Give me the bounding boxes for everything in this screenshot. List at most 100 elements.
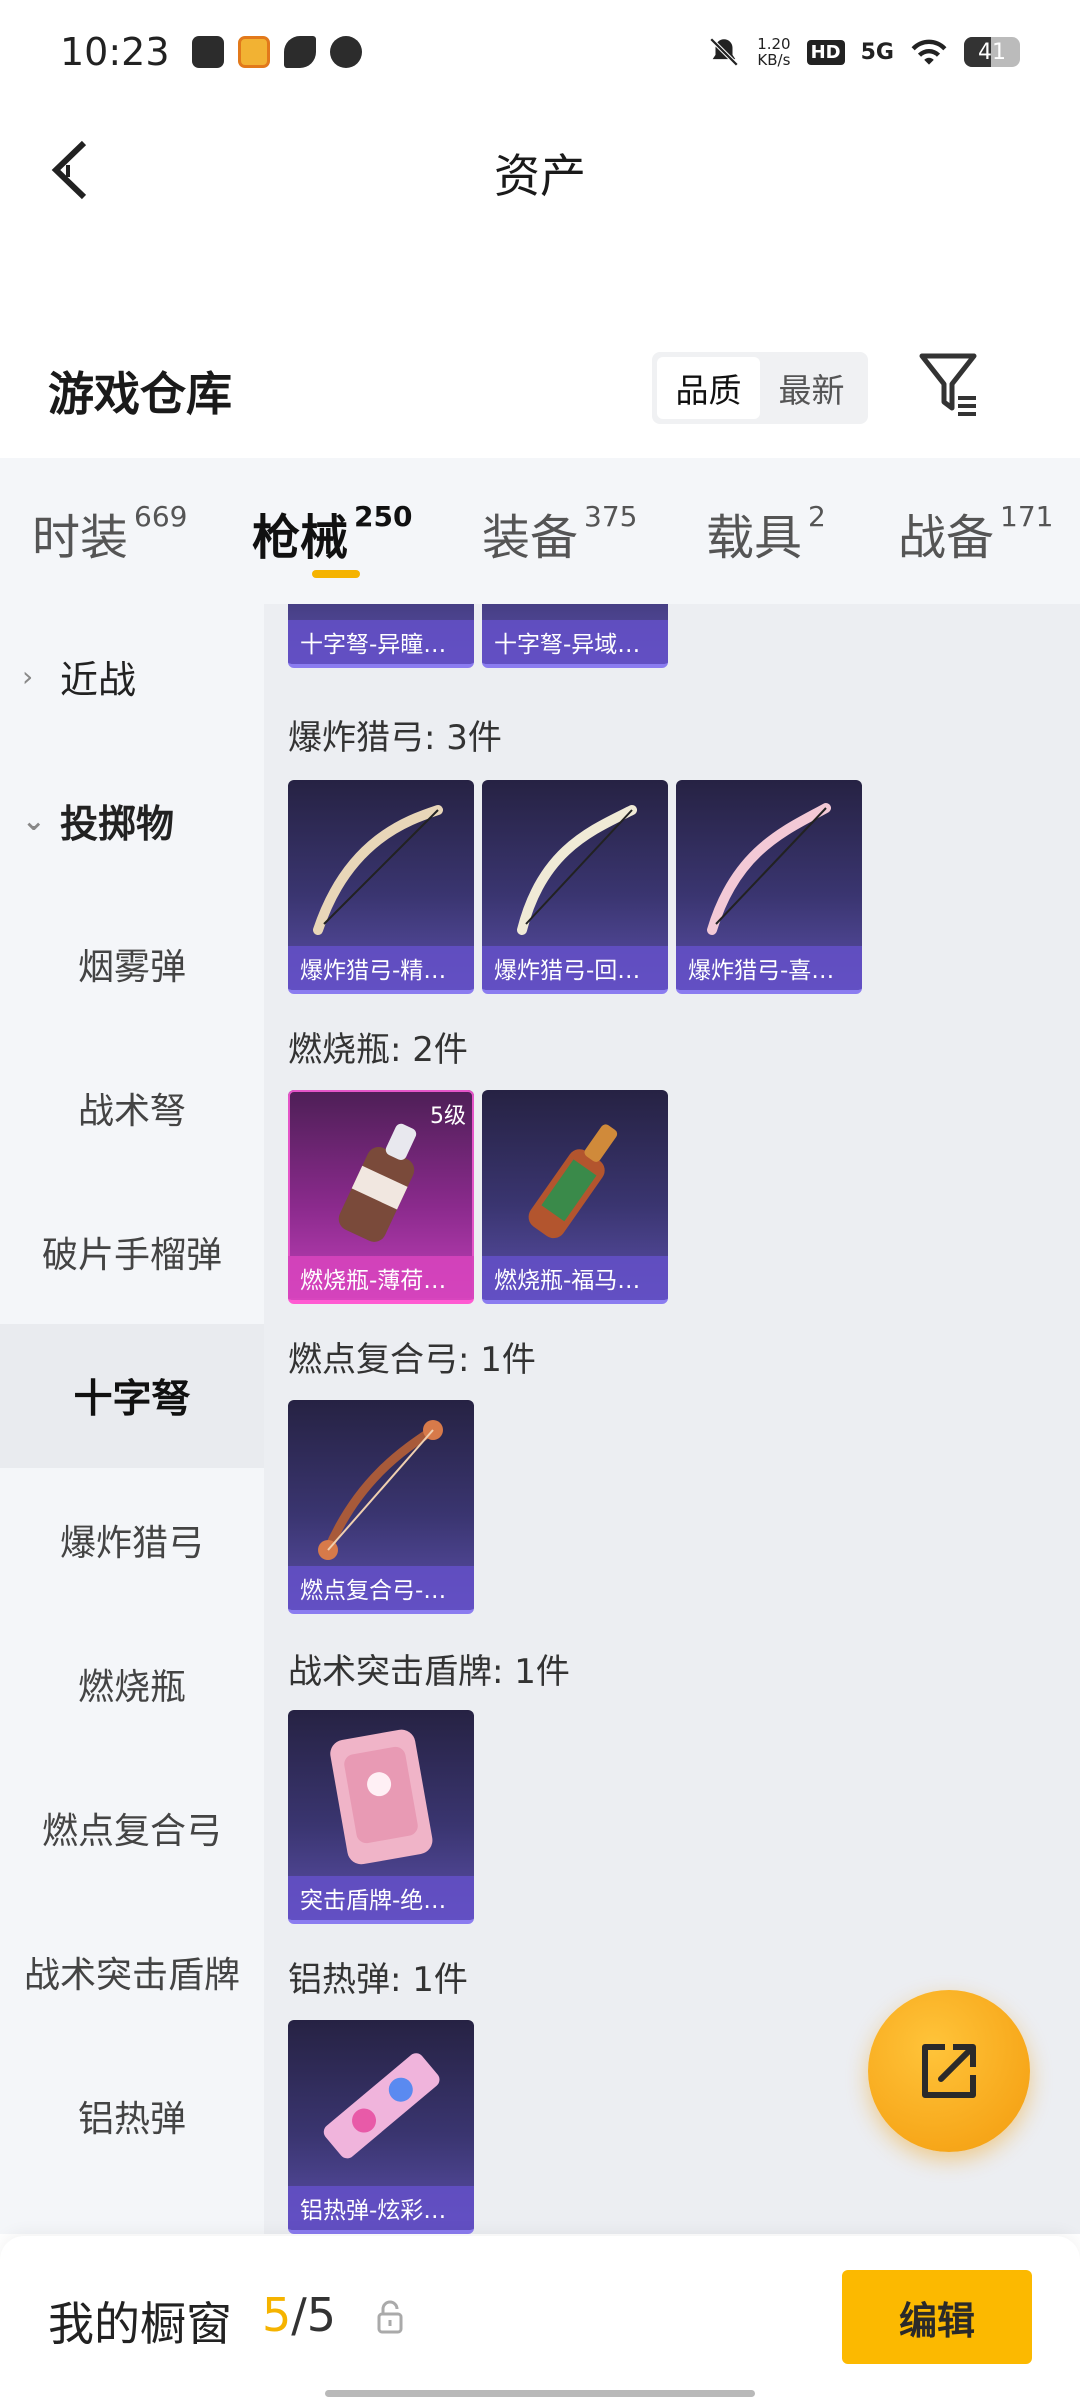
app-icon	[237, 36, 270, 68]
warehouse-title: 游戏仓库	[48, 367, 232, 421]
showcase-separator: /	[291, 2288, 307, 2342]
filter-icon	[919, 353, 977, 416]
sidebar-item-compound-bow[interactable]: 燃点复合弓	[0, 1756, 264, 1900]
item-card[interactable]: 铝热弹-炫彩…	[288, 2020, 474, 2234]
showcase-count: 5/5	[262, 2288, 336, 2342]
showcase-max: 5	[306, 2288, 337, 2342]
sidebar-group-melee[interactable]: › 近战	[0, 604, 264, 748]
category-tabs: 时装 669 枪械 250 装备 375 载具 2 战备 171	[0, 458, 1080, 604]
sidebar: › 近战 ⌄ 投掷物 烟雾弹 战术弩 破片手榴弹 十字弩 爆炸猎弓 燃烧瓶 燃点…	[0, 604, 264, 2234]
hd-badge: HD	[806, 39, 845, 65]
net-speed: 1.20 KB/s	[757, 36, 790, 68]
showcase-current: 5	[262, 2288, 292, 2342]
bow-icon	[318, 1420, 443, 1560]
sidebar-item-smoke-grenade[interactable]: 烟雾弹	[0, 892, 264, 1036]
sidebar-item-molotov[interactable]: 燃烧瓶	[0, 1612, 264, 1756]
tab-firearms[interactable]: 枪械 250	[252, 498, 412, 568]
sidebar-item-tactical-crossbow[interactable]: 战术弩	[0, 1036, 264, 1180]
top-nav: 资产	[0, 110, 1080, 230]
item-card[interactable]: 十字弩-异域…	[482, 604, 668, 668]
item-card[interactable]: 爆炸猎弓-精…	[288, 780, 474, 994]
filter-button[interactable]	[918, 350, 988, 430]
bubble-icon	[329, 36, 362, 68]
section-title: 爆炸猎弓: 3件	[288, 718, 502, 758]
tab-count: 2	[808, 500, 826, 533]
battery-level: 41	[978, 39, 1006, 65]
share-external-icon	[922, 2044, 976, 2098]
sidebar-item-crossbow[interactable]: 十字弩	[0, 1324, 264, 1468]
battery-icon: 41	[964, 37, 1020, 67]
status-bar: 10:23 1.20 KB/s HD 5G 41	[0, 0, 1080, 104]
status-time: 10:23	[60, 30, 170, 74]
item-card-label: 燃烧瓶-福马…	[482, 1256, 668, 1300]
section-title: 战术突击盾牌: 1件	[288, 1652, 570, 1692]
item-card[interactable]: 燃烧瓶-福马…	[482, 1090, 668, 1304]
mute-icon	[709, 37, 739, 67]
shield-icon	[330, 1729, 433, 1865]
section-title: 铝热弹: 1件	[288, 1960, 468, 2000]
item-card[interactable]: 突击盾牌-绝…	[288, 1710, 474, 1924]
tab-label: 战备	[898, 510, 995, 566]
warehouse-header: 游戏仓库 品质 最新	[0, 340, 1080, 440]
item-card-label: 爆炸猎弓-回…	[482, 946, 668, 990]
sidebar-group-label: 投掷物	[60, 801, 175, 846]
home-indicator[interactable]	[325, 2390, 755, 2397]
level-badge: 5级	[430, 1104, 466, 1129]
sidebar-group-label: 近战	[60, 657, 137, 702]
chevron-right-icon: ›	[22, 659, 34, 693]
item-card-label: 燃点复合弓-…	[288, 1566, 474, 1610]
item-card[interactable]: 爆炸猎弓-回…	[482, 780, 668, 994]
showcase-bar: 我的橱窗 5/5 编辑	[0, 2236, 1080, 2400]
tab-indicator	[312, 570, 360, 578]
item-card[interactable]: 十字弩-异瞳…	[288, 604, 474, 668]
tab-combat-gear[interactable]: 战备 171	[898, 498, 1053, 568]
item-card-label: 突击盾牌-绝…	[288, 1876, 474, 1920]
sidebar-item-explosive-bow[interactable]: 爆炸猎弓	[0, 1468, 264, 1612]
tab-label: 载具	[706, 510, 803, 566]
tab-label: 装备	[482, 510, 579, 566]
tab-label: 枪械	[252, 510, 349, 566]
tab-count: 669	[134, 500, 188, 533]
item-card[interactable]: 5级 燃烧瓶-薄荷…	[288, 1090, 474, 1304]
network-type: 5G	[860, 39, 894, 65]
sort-latest-button[interactable]: 最新	[760, 357, 863, 419]
tab-count: 250	[354, 500, 413, 533]
tab-equipment[interactable]: 装备 375	[482, 498, 637, 568]
leaf-icon	[283, 36, 316, 68]
tab-count: 375	[584, 500, 638, 533]
status-right: 1.20 KB/s HD 5G 41	[707, 35, 1020, 69]
sort-quality-button[interactable]: 品质	[657, 357, 760, 419]
tab-label: 时装	[32, 510, 129, 566]
section-title: 燃烧瓶: 2件	[288, 1030, 468, 1070]
sidebar-item-assault-shield[interactable]: 战术突击盾牌	[0, 1900, 264, 2044]
sidebar-item-frag-grenade[interactable]: 破片手榴弹	[0, 1180, 264, 1324]
item-card-label: 爆炸猎弓-喜…	[676, 946, 862, 990]
lock-icon	[377, 2300, 403, 2334]
sort-toggle: 品质 最新	[652, 352, 868, 424]
net-speed-value: 1.20	[757, 35, 791, 53]
item-card-label: 燃烧瓶-薄荷…	[288, 1256, 474, 1300]
item-card-label: 十字弩-异瞳…	[288, 620, 474, 664]
chat-icon	[191, 36, 224, 68]
wifi-icon	[911, 39, 947, 65]
item-card-label: 铝热弹-炫彩…	[288, 2186, 474, 2230]
section-title: 燃点复合弓: 1件	[288, 1340, 536, 1380]
thermite-icon	[323, 2053, 440, 2159]
tab-vehicles[interactable]: 载具 2	[706, 498, 826, 568]
item-card-label: 十字弩-异域…	[482, 620, 668, 664]
tab-fashion[interactable]: 时装 669	[32, 498, 187, 568]
share-button[interactable]	[868, 1990, 1030, 2152]
bottle-icon	[528, 1124, 618, 1239]
chevron-down-icon: ⌄	[22, 803, 46, 837]
bow-icon	[707, 803, 831, 935]
sidebar-item-thermite[interactable]: 铝热弹	[0, 2044, 264, 2188]
net-speed-unit: KB/s	[757, 51, 791, 69]
edit-button[interactable]: 编辑	[842, 2270, 1032, 2364]
item-card-label: 爆炸猎弓-精…	[288, 946, 474, 990]
tab-count: 171	[1000, 500, 1054, 533]
bow-icon	[517, 805, 637, 935]
item-card[interactable]: 爆炸猎弓-喜…	[676, 780, 862, 994]
sidebar-group-throwables[interactable]: ⌄ 投掷物	[0, 748, 264, 892]
showcase-title: 我的橱窗	[48, 2297, 232, 2351]
item-card[interactable]: 燃点复合弓-…	[288, 1400, 474, 1614]
